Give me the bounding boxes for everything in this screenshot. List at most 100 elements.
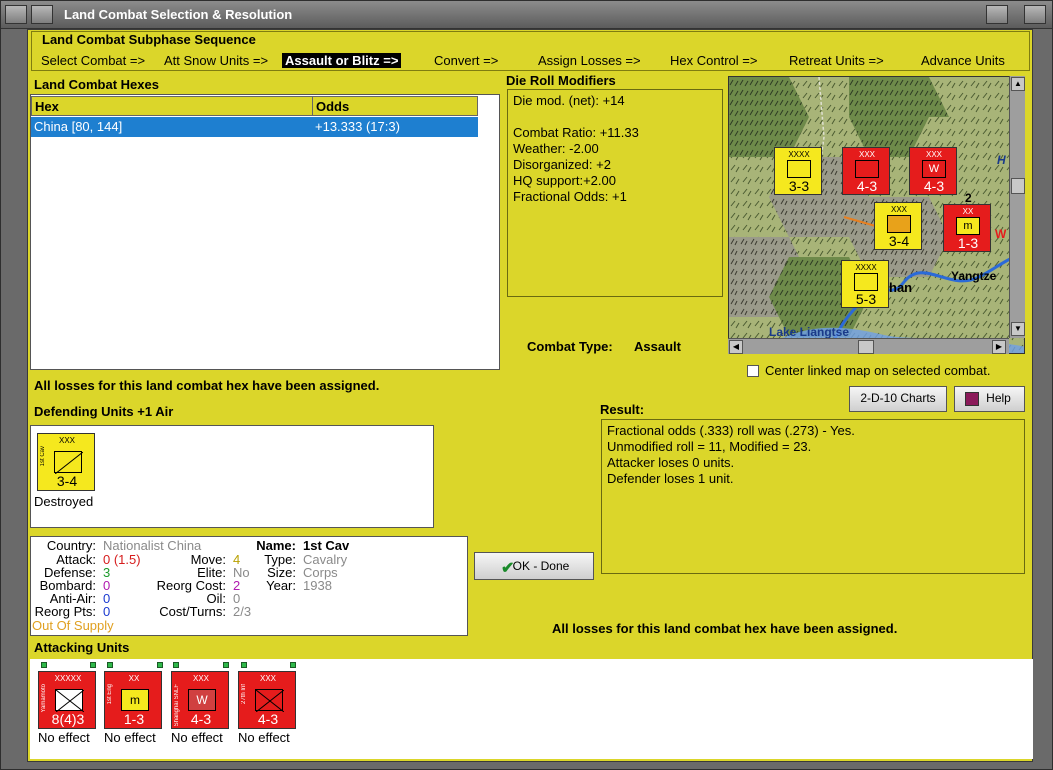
counter-size: XXXX (788, 150, 810, 159)
step-retreat-units: Retreat Units => (789, 53, 884, 68)
name-value: 1st Cav (303, 538, 350, 553)
charts-button[interactable]: 2-D-10 Charts (849, 386, 947, 412)
attacker-counter-27th-inf[interactable]: XXX 27th Inf 4-3 (238, 671, 296, 729)
infantry-symbol-icon (255, 689, 285, 713)
reorg-pts-label: Reorg Pts: (34, 604, 96, 619)
counter-size: XXX (925, 150, 942, 159)
scroll-down-icon[interactable]: ▼ (1011, 322, 1025, 336)
attacker-counter-shanghai-snlf[interactable]: XXX Shanghai SNLF W 4-3 (171, 671, 229, 729)
map-horizontal-scrollbar[interactable]: ◀ ▶ (728, 338, 1009, 354)
defenders-heading: Defending Units +1 Air (34, 404, 174, 419)
column-header-odds[interactable]: Odds (312, 96, 478, 116)
infantry-symbol-icon (854, 273, 878, 291)
result-line-3: Attacker loses 0 units. (607, 455, 735, 470)
attacker-status: No effect (104, 730, 156, 745)
counter-size: XX (128, 674, 140, 683)
step-hex-control: Hex Control => (670, 53, 758, 68)
counter-value: 1-3 (957, 235, 979, 251)
center-link-checkbox[interactable] (747, 365, 759, 377)
linked-map[interactable]: Yangtze Lake Liangtse han H W 2 XXXX 3-3… (728, 76, 1025, 354)
close-button[interactable] (1024, 5, 1046, 24)
step-assault-or-blitz: Assault or Blitz => (282, 53, 402, 68)
counter-size: XX (962, 207, 974, 216)
scroll-thumb-h[interactable] (858, 340, 874, 354)
supply-status: Out Of Supply (32, 618, 114, 633)
map-label-place: han (889, 280, 913, 295)
map-counter-27th-inf[interactable]: XXX 4-3 (842, 147, 890, 195)
help-book-icon (965, 392, 979, 406)
counter-side-name: Yamamoto (41, 684, 47, 713)
modifier-weather: Weather: -2.00 (513, 141, 599, 156)
status-led-icon (157, 662, 163, 668)
counter-value: 4-3 (856, 178, 878, 194)
odds-cell-selected[interactable]: +13.333 (17:3) (312, 117, 478, 137)
modifier-hq-support: HQ support:+2.00 (513, 173, 616, 188)
hexes-heading: Land Combat Hexes (34, 77, 159, 92)
step-advance-units: Advance Units (921, 53, 1005, 68)
scroll-left-icon[interactable]: ◀ (729, 340, 743, 354)
counter-value: 8(4)3 (51, 711, 85, 727)
country-value: Nationalist China (103, 538, 202, 553)
scroll-up-icon[interactable]: ▲ (1011, 77, 1025, 91)
map-label-two: 2 (965, 191, 972, 205)
column-header-hex[interactable]: Hex (31, 96, 313, 116)
counter-value: 4-3 (190, 711, 212, 727)
ok-done-button[interactable]: ✔ OK - Done (474, 552, 594, 580)
map-counter-1st-eng[interactable]: XX m 1-3 (943, 204, 991, 252)
losses-message-top: All losses for this land combat hex have… (34, 378, 380, 393)
engineer-symbol-icon: m (956, 217, 980, 235)
status-led-icon (241, 662, 247, 668)
infantry-symbol-icon (855, 160, 879, 178)
name-label: Name: (256, 538, 296, 553)
modifier-net: Die mod. (net): +14 (513, 93, 625, 108)
status-led-icon (290, 662, 296, 668)
country-label: Country: (46, 538, 96, 553)
map-label-lake: Lake Liangtse (769, 325, 850, 339)
year-label: Year: (266, 578, 296, 593)
result-line-2: Unmodified roll = 11, Modified = 23. (607, 439, 812, 454)
maximize-button[interactable] (986, 5, 1008, 24)
map-counter-10th-inf[interactable]: XXXX 3-3 (774, 147, 822, 195)
title-bar[interactable]: Land Combat Selection & Resolution (1, 1, 1052, 29)
map-vertical-scrollbar[interactable]: ▲ ▼ (1009, 76, 1025, 338)
system-menu-button[interactable] (5, 5, 27, 24)
hq-symbol-icon (55, 689, 85, 713)
counter-size: XXX (259, 674, 276, 683)
counter-side-name: 1st Cav (40, 446, 46, 467)
reorg-pts-value: 0 (103, 604, 111, 619)
attacker-status: No effect (238, 730, 290, 745)
combat-type-value: Assault (634, 339, 681, 354)
modifier-combat-ratio: Combat Ratio: +11.33 (513, 125, 639, 140)
status-led-icon (90, 662, 96, 668)
combat-type-label: Combat Type: (527, 339, 613, 354)
cavalry-symbol-icon (54, 451, 84, 475)
year-value: 1938 (303, 578, 332, 593)
counter-value: 4-3 (257, 711, 279, 727)
hex-row-selected[interactable]: China [80, 144] (31, 117, 313, 137)
counter-value: 3-4 (56, 473, 78, 489)
map-counter-1st-cav[interactable]: XXX 3-4 (874, 202, 922, 250)
scroll-right-icon[interactable]: ▶ (992, 340, 1006, 354)
attacker-counter-1st-eng[interactable]: XX 1st Eng m 1-3 (104, 671, 162, 729)
cavalry-symbol-icon (887, 215, 911, 233)
defender-counter-1st-cav[interactable]: XXX 1st Cav 3-4 (37, 433, 95, 491)
counter-side-name: 27th Inf (241, 684, 247, 705)
map-label-h: H (997, 153, 1006, 167)
help-button[interactable]: Help (954, 386, 1025, 412)
counter-size: XXXXX (54, 674, 82, 683)
combat-window: Land Combat Selection & Resolution Land … (0, 0, 1053, 770)
attacker-counter-yamamoto[interactable]: XXXXX Yamamoto 8(4)3 (38, 671, 96, 729)
minimize-button[interactable] (31, 5, 53, 24)
scroll-thumb[interactable] (1011, 178, 1025, 194)
counter-size: XXX (890, 205, 907, 214)
status-led-icon (107, 662, 113, 668)
map-counter-shanghai-snlf[interactable]: XXX W 4-3 (909, 147, 957, 195)
counter-size: XXXX (855, 263, 877, 272)
help-button-label: Help (986, 391, 1011, 405)
counter-size: XXX (58, 436, 75, 445)
subphase-heading: Land Combat Subphase Sequence (42, 32, 256, 47)
marine-symbol-icon: W (922, 160, 946, 178)
counter-value: 4-3 (923, 178, 945, 194)
counter-side-name: 1st Eng (107, 684, 113, 705)
map-counter-1st-inf[interactable]: XXXX 5-3 (841, 260, 889, 308)
